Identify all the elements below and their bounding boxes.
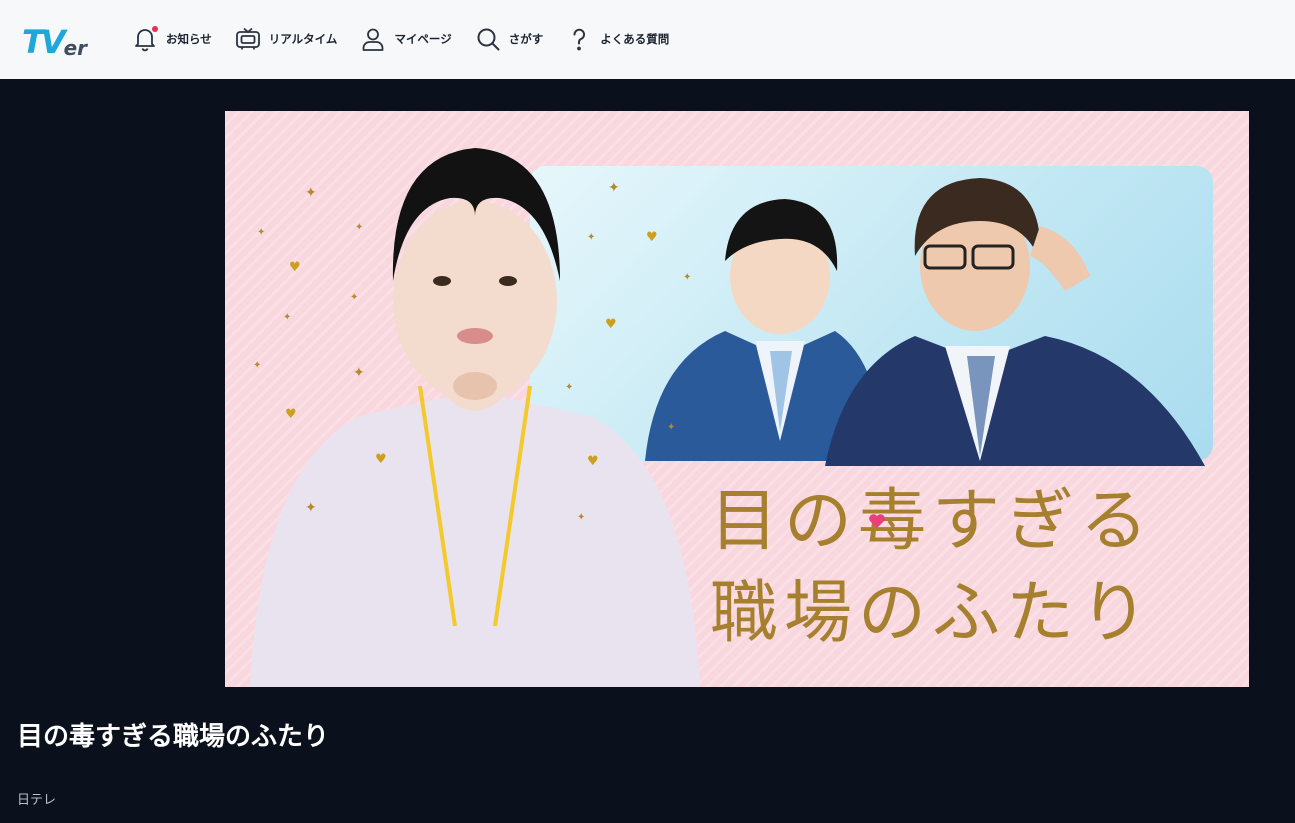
- sparkle-icon: ✦: [355, 222, 364, 233]
- heart-icon: ♥: [285, 407, 297, 422]
- sparkle-icon: ✦: [587, 232, 596, 243]
- sparkle-icon: ✦: [283, 312, 292, 323]
- heart-icon: ♥: [375, 452, 387, 467]
- main-nav: お知らせ リアルタイム マイページ さがす よくある質問: [131, 22, 691, 56]
- broadcaster-name[interactable]: 日テレ: [17, 789, 56, 808]
- hero-key-visual[interactable]: ✦ ✦ ✦ ✦ ✦ ✦ ✦ ✦ ✦ ✦ ✦ ✦ ✦ ✦ ♥ ♥ ♥ ♥ ♥ ♥ …: [225, 111, 1249, 687]
- nav-item-notifications[interactable]: お知らせ: [131, 22, 212, 56]
- male-figure-right: [825, 178, 1205, 466]
- sparkle-icon: ✦: [353, 365, 365, 381]
- heart-icon: ♥: [289, 260, 301, 275]
- hero-title-art: 目の毒すぎる 職場のふたり: [710, 476, 1190, 660]
- nav-item-faq[interactable]: よくある質問: [565, 22, 669, 56]
- sparkle-icon: ✦: [608, 180, 620, 196]
- sparkle-icon: ✦: [305, 500, 317, 516]
- nav-item-realtime[interactable]: リアルタイム: [234, 22, 338, 56]
- tv-icon: [234, 25, 262, 53]
- sparkle-icon: ✦: [253, 360, 262, 371]
- nav-item-label: お知らせ: [166, 32, 212, 46]
- sparkle-icon: ✦: [667, 422, 676, 433]
- nav-item-label: リアルタイム: [268, 32, 338, 46]
- logo-text-sub: er: [63, 36, 88, 60]
- pink-heart-icon: [869, 514, 885, 528]
- female-figure: [250, 148, 700, 687]
- user-icon: [359, 25, 387, 53]
- nav-item-label: マイページ: [394, 32, 452, 46]
- nav-item-label: さがす: [508, 32, 544, 46]
- sparkle-icon: ✦: [577, 512, 586, 523]
- top-header: TV er お知らせ リアルタイム マイページ さがす よくある質問: [0, 0, 1295, 79]
- sparkle-icon: ✦: [350, 292, 359, 303]
- nav-item-mypage[interactable]: マイページ: [359, 22, 452, 56]
- bell-icon: [131, 25, 159, 53]
- sparkle-icon: ✦: [257, 227, 266, 238]
- sparkle-icon: ✦: [683, 272, 692, 283]
- question-icon: [565, 25, 593, 53]
- program-title: 目の毒すぎる職場のふたり: [17, 722, 330, 752]
- nav-item-search[interactable]: さがす: [474, 22, 544, 56]
- search-icon: [474, 25, 502, 53]
- sparkle-icon: ✦: [565, 382, 574, 393]
- nav-item-label: よくある質問: [600, 32, 670, 46]
- hero-title-line2: 職場のふたり: [710, 574, 1155, 653]
- heart-icon: ♥: [646, 230, 658, 245]
- tver-logo[interactable]: TV er: [22, 18, 92, 58]
- logo-text-main: TV: [22, 23, 66, 61]
- heart-icon: ♥: [587, 454, 599, 469]
- hero-title-line1: 目の毒すぎる: [710, 482, 1155, 561]
- notification-badge: [152, 26, 158, 32]
- sparkle-icon: ✦: [305, 185, 317, 201]
- heart-icon: ♥: [605, 317, 617, 332]
